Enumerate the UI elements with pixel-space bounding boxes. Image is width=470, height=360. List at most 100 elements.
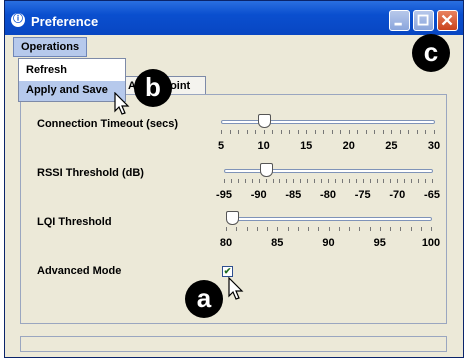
slider-tick xyxy=(226,227,227,231)
slider-tick xyxy=(355,179,357,183)
menu-operations[interactable]: Operations xyxy=(13,37,87,57)
annotation-badge-a: a xyxy=(185,280,223,318)
slider-tick-label: -95 xyxy=(216,189,232,201)
slider-tick xyxy=(425,130,427,134)
slider-tick xyxy=(341,179,343,183)
slider-ticks xyxy=(221,130,435,136)
slider-tick xyxy=(348,130,350,134)
menu-item-refresh[interactable]: Refresh xyxy=(19,61,125,81)
slider-tick-label: 20 xyxy=(342,140,355,152)
rssi-threshold-label: RSSI Threshold (dB) xyxy=(37,167,144,179)
slider-tick xyxy=(237,179,239,183)
slider-tick xyxy=(376,179,378,183)
slider-tick xyxy=(365,130,367,134)
maximize-button[interactable] xyxy=(413,10,434,31)
slider-tick xyxy=(251,179,253,183)
slider-thumb[interactable] xyxy=(259,163,273,177)
slider-tick xyxy=(267,227,268,231)
window-title: Preference xyxy=(31,14,99,29)
close-icon xyxy=(441,14,453,26)
slider-tick xyxy=(307,179,309,183)
slider-tick xyxy=(256,227,258,231)
slider-ticks xyxy=(224,179,433,185)
slider-tick-label: -85 xyxy=(285,189,302,201)
slider-tick-label: -65 xyxy=(424,189,440,201)
lqi-threshold-slider[interactable]: 80 85 90 95 100 xyxy=(220,211,440,255)
slider-tick xyxy=(263,130,265,134)
slider-tick xyxy=(265,179,267,183)
slider-tick xyxy=(321,179,323,183)
connection-timeout-slider[interactable]: 5 10 15 20 25 30 xyxy=(218,114,440,158)
slider-tick-label: -75 xyxy=(354,189,371,201)
slider-tick-labels: -95 -90 -85 -80 -75 -70 -65 xyxy=(216,189,440,203)
slider-tick xyxy=(362,179,364,183)
slider-tick-label: -70 xyxy=(389,189,406,201)
tab-label-end: oint xyxy=(170,80,191,92)
slider-tick xyxy=(297,227,299,231)
slider-tick-label: 10 xyxy=(257,140,270,152)
mouse-cursor-icon xyxy=(228,277,244,300)
slider-tick xyxy=(272,179,274,183)
slider-track xyxy=(226,217,432,221)
slider-tick xyxy=(306,130,308,134)
slider-tick xyxy=(318,227,320,231)
slider-tick xyxy=(379,227,381,231)
slider-tick xyxy=(293,179,295,183)
slider-tick xyxy=(300,179,302,183)
slider-tick xyxy=(369,227,371,231)
slider-tick xyxy=(411,179,413,183)
slider-tick xyxy=(390,227,391,231)
slider-tick xyxy=(410,227,412,231)
slider-tick xyxy=(383,179,385,183)
slider-tick xyxy=(369,179,371,183)
slider-tick xyxy=(280,130,282,134)
slider-tick xyxy=(399,130,401,134)
slider-tick xyxy=(340,130,342,134)
slider-tick xyxy=(328,227,330,231)
slider-thumb[interactable] xyxy=(226,211,239,225)
slider-tick xyxy=(314,130,316,134)
slider-tick xyxy=(397,179,399,183)
slider-tick xyxy=(328,179,329,183)
slider-tick xyxy=(338,227,340,231)
minimize-button[interactable] xyxy=(389,10,410,31)
slider-tick xyxy=(408,130,410,134)
slider-tick xyxy=(334,179,336,183)
operations-dropdown: Refresh Apply and Save xyxy=(18,58,126,102)
slider-tick xyxy=(224,179,225,183)
slider-tick xyxy=(357,130,359,134)
slider-tick xyxy=(420,227,422,231)
slider-tick xyxy=(348,179,350,183)
advanced-mode-label: Advanced Mode xyxy=(37,265,122,277)
slider-tick xyxy=(390,179,392,183)
slider-tick xyxy=(236,227,238,231)
slider-tick xyxy=(289,130,291,134)
title-bar[interactable]: ⓘ Preference xyxy=(5,1,463,35)
slider-tick xyxy=(323,130,325,134)
slider-tick-label: 5 xyxy=(217,140,225,152)
close-button[interactable] xyxy=(437,10,458,31)
slider-tick xyxy=(391,130,393,134)
slider-tick-labels: 80 85 90 95 100 xyxy=(220,237,440,251)
slider-tick xyxy=(246,130,248,134)
rssi-threshold-slider[interactable]: -95 -90 -85 -80 -75 -70 -65 xyxy=(216,163,440,207)
slider-tick-label: 85 xyxy=(271,237,284,249)
slider-tick xyxy=(434,130,435,134)
slider-tick-label: 95 xyxy=(373,237,386,249)
slider-tick xyxy=(400,227,402,231)
slider-tick xyxy=(286,179,288,183)
slider-thumb[interactable] xyxy=(257,114,271,128)
advanced-mode-checkbox[interactable]: ✔ xyxy=(222,266,233,277)
slider-tick xyxy=(255,130,257,134)
annotation-badge-b: b xyxy=(134,69,172,107)
lqi-threshold-label: LQI Threshold xyxy=(37,216,112,228)
annotation-badge-c: c xyxy=(412,34,450,72)
slider-track xyxy=(221,120,435,124)
slider-tick xyxy=(221,130,222,134)
slider-tick xyxy=(297,130,299,134)
slider-tick xyxy=(246,227,248,231)
slider-tick-label: -80 xyxy=(320,189,336,201)
mouse-cursor-icon xyxy=(114,92,130,115)
maximize-icon xyxy=(417,14,429,26)
menu-item-apply-and-save[interactable]: Apply and Save xyxy=(19,81,125,101)
